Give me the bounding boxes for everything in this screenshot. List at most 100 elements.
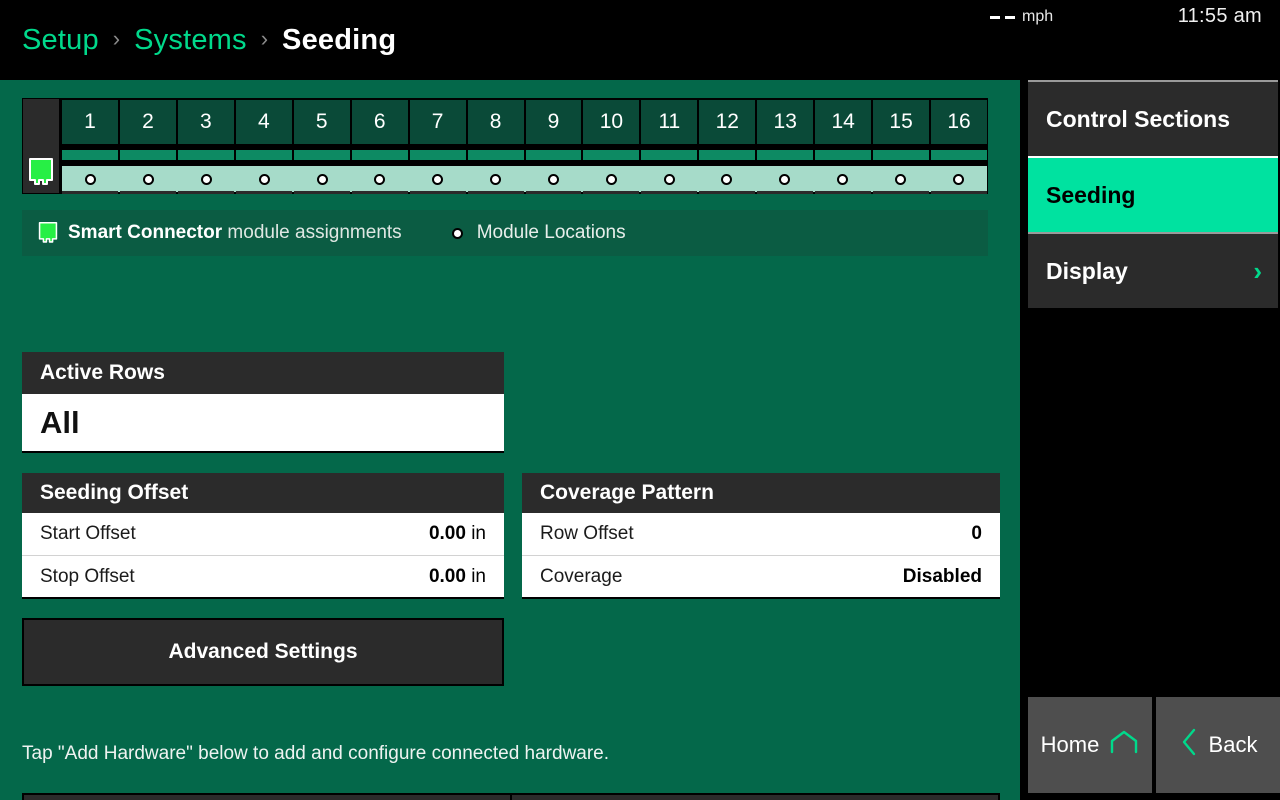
row-number-cell[interactable]: 1: [62, 100, 118, 144]
row-number-cell[interactable]: 6: [351, 100, 408, 144]
module-location-band[interactable]: [62, 166, 987, 192]
module-location-dot-icon: [894, 173, 906, 185]
sidebar-item-label: Control Sections: [1046, 105, 1231, 132]
seeding-offset-stop-row[interactable]: Stop Offset 0.00 in: [22, 555, 504, 597]
active-rows-card[interactable]: Active Rows All: [22, 352, 504, 453]
row-strip-connector-cell[interactable]: [22, 98, 60, 194]
module-location-cell[interactable]: [698, 166, 756, 192]
row-number-cell[interactable]: 8: [467, 100, 524, 144]
action-bar: Smart Connector Add Hardware: [22, 793, 1000, 800]
module-location-dot-icon: [721, 173, 733, 185]
row-number-cell[interactable]: 3: [177, 100, 234, 144]
module-location-cell[interactable]: [525, 166, 583, 192]
breadcrumb-item-setup[interactable]: Setup: [22, 24, 99, 57]
active-rows-title: Active Rows: [22, 352, 504, 394]
module-location-cell[interactable]: [756, 166, 814, 192]
row-number-cell[interactable]: 12: [699, 100, 756, 144]
status-area: mph 11:55 am: [980, 0, 1280, 46]
row-strip-cells: 1 2 3 4 5 6 7 8 9 10 11 12 13 14 15 16: [60, 98, 988, 194]
module-location-dot-icon: [316, 173, 328, 185]
breadcrumb-separator: ›: [112, 26, 121, 51]
seeding-offset-start-value: 0.00 in: [428, 523, 486, 544]
row-number-cell[interactable]: 15: [873, 100, 930, 144]
row-number-cell[interactable]: 4: [235, 100, 292, 144]
sidebar-item-seeding[interactable]: Seeding: [1028, 156, 1278, 232]
row-number-cell[interactable]: 13: [757, 100, 814, 144]
sidebar-item-label: Seeding: [1046, 181, 1136, 208]
seeding-offset-start-unit: in: [471, 523, 486, 544]
home-button[interactable]: Home: [1028, 697, 1152, 793]
seeding-offset-start-row[interactable]: Start Offset 0.00 in: [22, 513, 504, 555]
add-hardware-button[interactable]: Add Hardware: [512, 795, 998, 800]
app-root: Setup › Systems › Seeding mph 11:55 am 1…: [0, 0, 1280, 800]
module-location-cell[interactable]: [814, 166, 872, 192]
back-button[interactable]: Back: [1156, 697, 1280, 793]
row-number-cell[interactable]: 11: [641, 100, 698, 144]
home-icon: [1109, 729, 1139, 761]
module-location-cell[interactable]: [640, 166, 698, 192]
breadcrumb: Setup › Systems › Seeding: [22, 0, 396, 80]
smart-connector-button[interactable]: Smart Connector: [24, 795, 510, 800]
module-location-cell[interactable]: [293, 166, 351, 192]
module-location-dot-icon: [432, 173, 444, 185]
speed-unit-label: mph: [1022, 8, 1054, 25]
module-location-cell[interactable]: [582, 166, 640, 192]
right-sidebar: Control Sections Seeding Display › Home: [1026, 80, 1280, 800]
module-location-dot-icon: [201, 173, 213, 185]
module-location-dot-icon: [663, 173, 675, 185]
row-number-cell[interactable]: 10: [583, 100, 640, 144]
coverage-coverage-row[interactable]: Coverage Disabled: [522, 555, 1000, 597]
breadcrumb-separator: ›: [260, 26, 269, 51]
row-number-cell[interactable]: 14: [815, 100, 872, 144]
row-strip-footer-band: [62, 191, 987, 194]
main-content: 1 2 3 4 5 6 7 8 9 10 11 12 13 14 15 16 S…: [0, 80, 1020, 800]
speed-value-icon: [990, 15, 1015, 19]
module-location-dot-icon: [779, 173, 791, 185]
row-status-band: [62, 150, 987, 160]
chevron-right-icon: ›: [1253, 256, 1262, 286]
row-module-strip[interactable]: 1 2 3 4 5 6 7 8 9 10 11 12 13 14 15 16: [22, 98, 988, 194]
module-location-cell[interactable]: [409, 166, 467, 192]
row-number-cell[interactable]: 16: [931, 100, 987, 144]
module-location-cell[interactable]: [929, 166, 987, 192]
module-location-cell[interactable]: [62, 166, 120, 192]
module-location-dot-icon: [374, 173, 386, 185]
module-location-cell[interactable]: [235, 166, 293, 192]
module-location-cell[interactable]: [178, 166, 236, 192]
row-number-cell[interactable]: 5: [293, 100, 350, 144]
row-number-header: 1 2 3 4 5 6 7 8 9 10 11 12 13 14 15 16: [60, 98, 988, 144]
row-number-cell[interactable]: 2: [119, 100, 176, 144]
seeding-offset-stop-unit: in: [471, 565, 486, 587]
module-location-cell[interactable]: [120, 166, 178, 192]
module-location-cell[interactable]: [351, 166, 409, 192]
legend-connector-text: Smart Connector module assignments: [68, 222, 402, 244]
seeding-offset-title: Seeding Offset: [22, 473, 504, 513]
module-location-cell[interactable]: [467, 166, 525, 192]
chevron-left-icon: [1179, 727, 1199, 763]
advanced-settings-button[interactable]: Advanced Settings: [22, 618, 504, 686]
active-rows-body[interactable]: All: [22, 394, 504, 451]
module-location-dot-icon: [258, 173, 270, 185]
legend-connector-bold: Smart Connector: [68, 222, 223, 243]
module-location-dot-icon: [490, 173, 502, 185]
module-location-dot-icon: [85, 173, 97, 185]
coverage-coverage-label: Coverage: [540, 565, 623, 587]
sidebar-item-display[interactable]: Display ›: [1028, 232, 1278, 308]
seeding-offset-stop-label: Stop Offset: [40, 565, 135, 587]
row-number-cell[interactable]: 7: [409, 100, 466, 144]
coverage-row-offset-label: Row Offset: [540, 523, 634, 544]
module-location-cell[interactable]: [871, 166, 929, 192]
row-number-cell[interactable]: 9: [525, 100, 582, 144]
hint-text: Tap "Add Hardware" below to add and conf…: [22, 743, 610, 764]
seeding-offset-start-label: Start Offset: [40, 523, 136, 544]
smart-connector-icon: [29, 158, 53, 185]
sidebar-item-control-sections[interactable]: Control Sections: [1028, 80, 1278, 156]
back-button-label: Back: [1208, 732, 1258, 757]
module-location-dot-icon: [547, 173, 559, 185]
coverage-row-offset-row[interactable]: Row Offset 0: [522, 513, 1000, 555]
sidebar-item-label: Display: [1046, 257, 1128, 284]
breadcrumb-item-seeding: Seeding: [282, 23, 397, 56]
module-location-dot-icon: [605, 173, 617, 185]
seeding-offset-card: Seeding Offset Start Offset 0.00 in Stop…: [22, 473, 504, 599]
breadcrumb-item-systems[interactable]: Systems: [134, 24, 247, 57]
